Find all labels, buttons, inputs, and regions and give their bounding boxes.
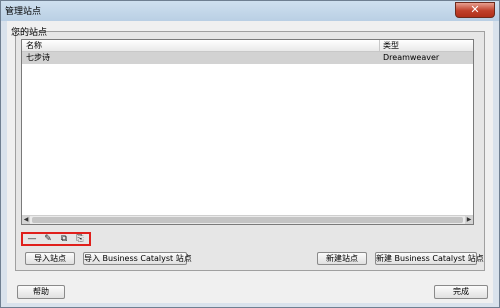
import-site-button[interactable]: 导入站点	[25, 252, 75, 265]
import-bc-site-button[interactable]: 导入 Business Catalyst 站点	[83, 252, 192, 265]
done-button[interactable]: 完成	[434, 285, 488, 299]
manage-sites-dialog: 管理站点 ✕ 您的站点 名称 类型 七步诗 Dreamweaver ◀ ▶ — …	[0, 0, 500, 308]
window-title: 管理站点	[5, 7, 42, 17]
scroll-thumb[interactable]	[32, 217, 463, 223]
site-actions-toolbar: — ✎ ⧉ ⎘	[21, 232, 91, 246]
sites-panel-title: 您的站点	[11, 28, 48, 38]
site-row[interactable]: 七步诗 Dreamweaver	[22, 52, 473, 64]
new-site-button[interactable]: 新建站点	[317, 252, 367, 265]
new-bc-site-button[interactable]: 新建 Business Catalyst 站点	[375, 252, 484, 265]
horizontal-scrollbar[interactable]: ◀ ▶	[22, 215, 473, 224]
scroll-left-icon[interactable]: ◀	[22, 216, 30, 224]
help-button[interactable]: 帮助	[17, 285, 65, 299]
remove-site-icon[interactable]: —	[25, 234, 39, 244]
list-header: 名称 类型	[22, 40, 473, 52]
close-button[interactable]: ✕	[455, 2, 495, 18]
site-name-cell: 七步诗	[26, 53, 50, 62]
site-type-cell: Dreamweaver	[383, 53, 440, 62]
duplicate-site-icon[interactable]: ⧉	[57, 234, 71, 244]
column-separator[interactable]	[379, 40, 380, 51]
sites-list[interactable]: 名称 类型 七步诗 Dreamweaver ◀ ▶	[21, 39, 474, 225]
column-header-name[interactable]: 名称	[26, 40, 42, 51]
column-header-type[interactable]: 类型	[383, 40, 399, 51]
edit-site-icon[interactable]: ✎	[41, 234, 55, 244]
export-site-icon[interactable]: ⎘	[73, 234, 87, 244]
title-bar: 管理站点 ✕	[1, 1, 499, 21]
scroll-right-icon[interactable]: ▶	[465, 216, 473, 224]
